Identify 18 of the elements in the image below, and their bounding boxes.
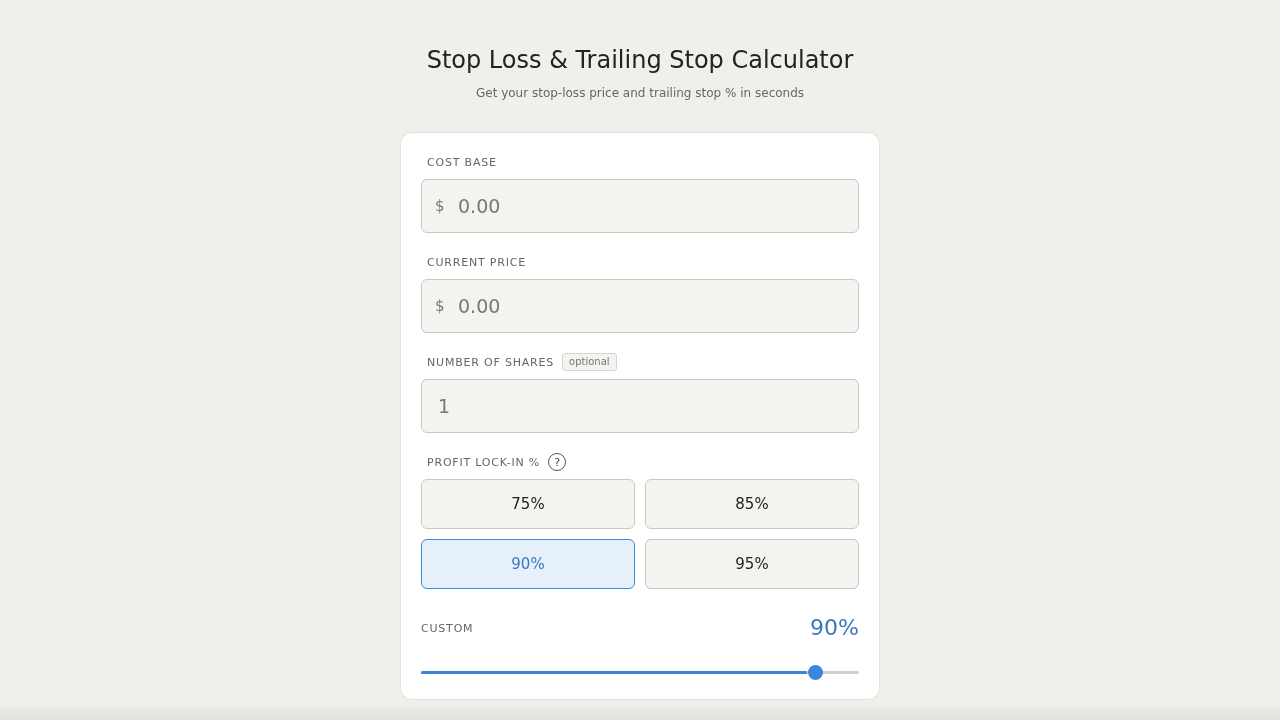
custom-label: CUSTOM [421, 621, 474, 635]
optional-tag: optional [562, 353, 617, 371]
currency-symbol: $ [435, 197, 445, 215]
percent-option[interactable]: 85% [645, 479, 859, 529]
help-button[interactable]: ? [548, 453, 567, 471]
field-label: PROFIT LOCK-IN % [427, 455, 541, 469]
page-subtitle: Get your stop-loss price and trailing stop % in seconds [475, 85, 805, 102]
field-label: NUMBER OF SHARES [427, 355, 555, 369]
percent-option[interactable]: 90% [421, 539, 635, 589]
percent-option[interactable]: 75% [421, 479, 635, 529]
field-label: CURRENT PRICE [427, 255, 526, 269]
percent-option[interactable]: 95% [645, 539, 859, 589]
custom-value: 90% [810, 614, 859, 642]
field-label: COST BASE [427, 155, 497, 169]
currency-symbol: $ [435, 297, 445, 315]
page-title: Stop Loss & Trailing Stop Calculator [426, 45, 854, 76]
input-field[interactable]: 1 [421, 379, 859, 433]
slider-thumb[interactable] [807, 664, 823, 680]
